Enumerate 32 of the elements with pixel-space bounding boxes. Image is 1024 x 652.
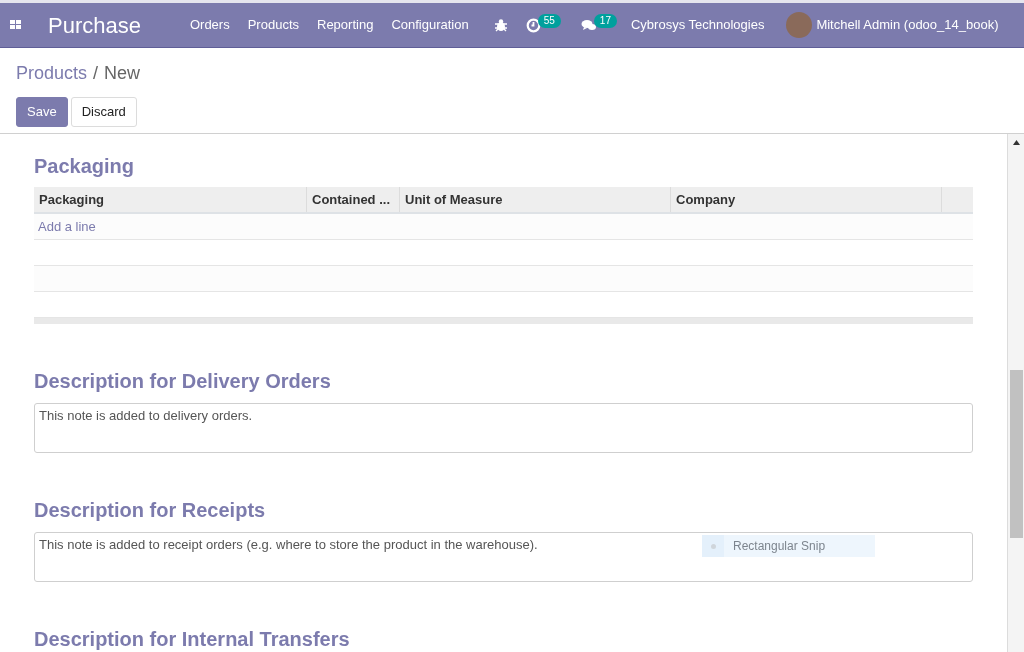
section-title: Description for Internal Transfers: [34, 627, 351, 651]
breadcrumb-separator: /: [93, 62, 99, 85]
tooltip-label: Rectangular Snip: [733, 538, 826, 555]
menu-item[interactable]: Configuration: [382, 15, 478, 35]
section-title: Description for Receipts: [34, 498, 267, 522]
user-menu[interactable]: Mitchell Admin (odoo_14_book): [816, 15, 999, 35]
dot-icon[interactable]: [710, 543, 716, 549]
apps-menu-icon[interactable]: [10, 19, 22, 31]
column-header[interactable]: Packaging: [34, 187, 307, 212]
column-header[interactable]: Company: [671, 187, 942, 212]
menu-item[interactable]: Products: [238, 15, 308, 35]
company-switcher[interactable]: Cybrosys Technologies: [630, 15, 765, 35]
menu-item[interactable]: Reporting: [308, 15, 383, 35]
column-header[interactable]: Unit of Measure: [400, 187, 671, 212]
scrollbar-thumb[interactable]: [1009, 370, 1023, 538]
add-line-link[interactable]: Add a line: [38, 216, 96, 237]
app-name[interactable]: Purchase: [48, 8, 141, 42]
activity-count: 55: [537, 14, 561, 28]
breadcrumb-link[interactable]: Products: [16, 60, 88, 87]
column-header[interactable]: Contained ...: [307, 187, 400, 212]
message-count: 17: [593, 14, 617, 28]
breadcrumb-current: New: [104, 62, 141, 85]
chat-icon[interactable]: [580, 18, 597, 32]
clock-icon[interactable]: [525, 17, 541, 33]
menu-item[interactable]: Orders: [180, 15, 239, 35]
section-title: Packaging: [34, 154, 136, 178]
bug-icon[interactable]: [493, 18, 508, 32]
save-button[interactable]: Save: [16, 97, 68, 127]
section-title: Description for Delivery Orders: [34, 369, 332, 393]
note-field[interactable]: This note is added to delivery orders.: [34, 403, 973, 453]
scroll-up-icon[interactable]: [1012, 140, 1020, 145]
discard-button[interactable]: Discard: [70, 97, 137, 127]
